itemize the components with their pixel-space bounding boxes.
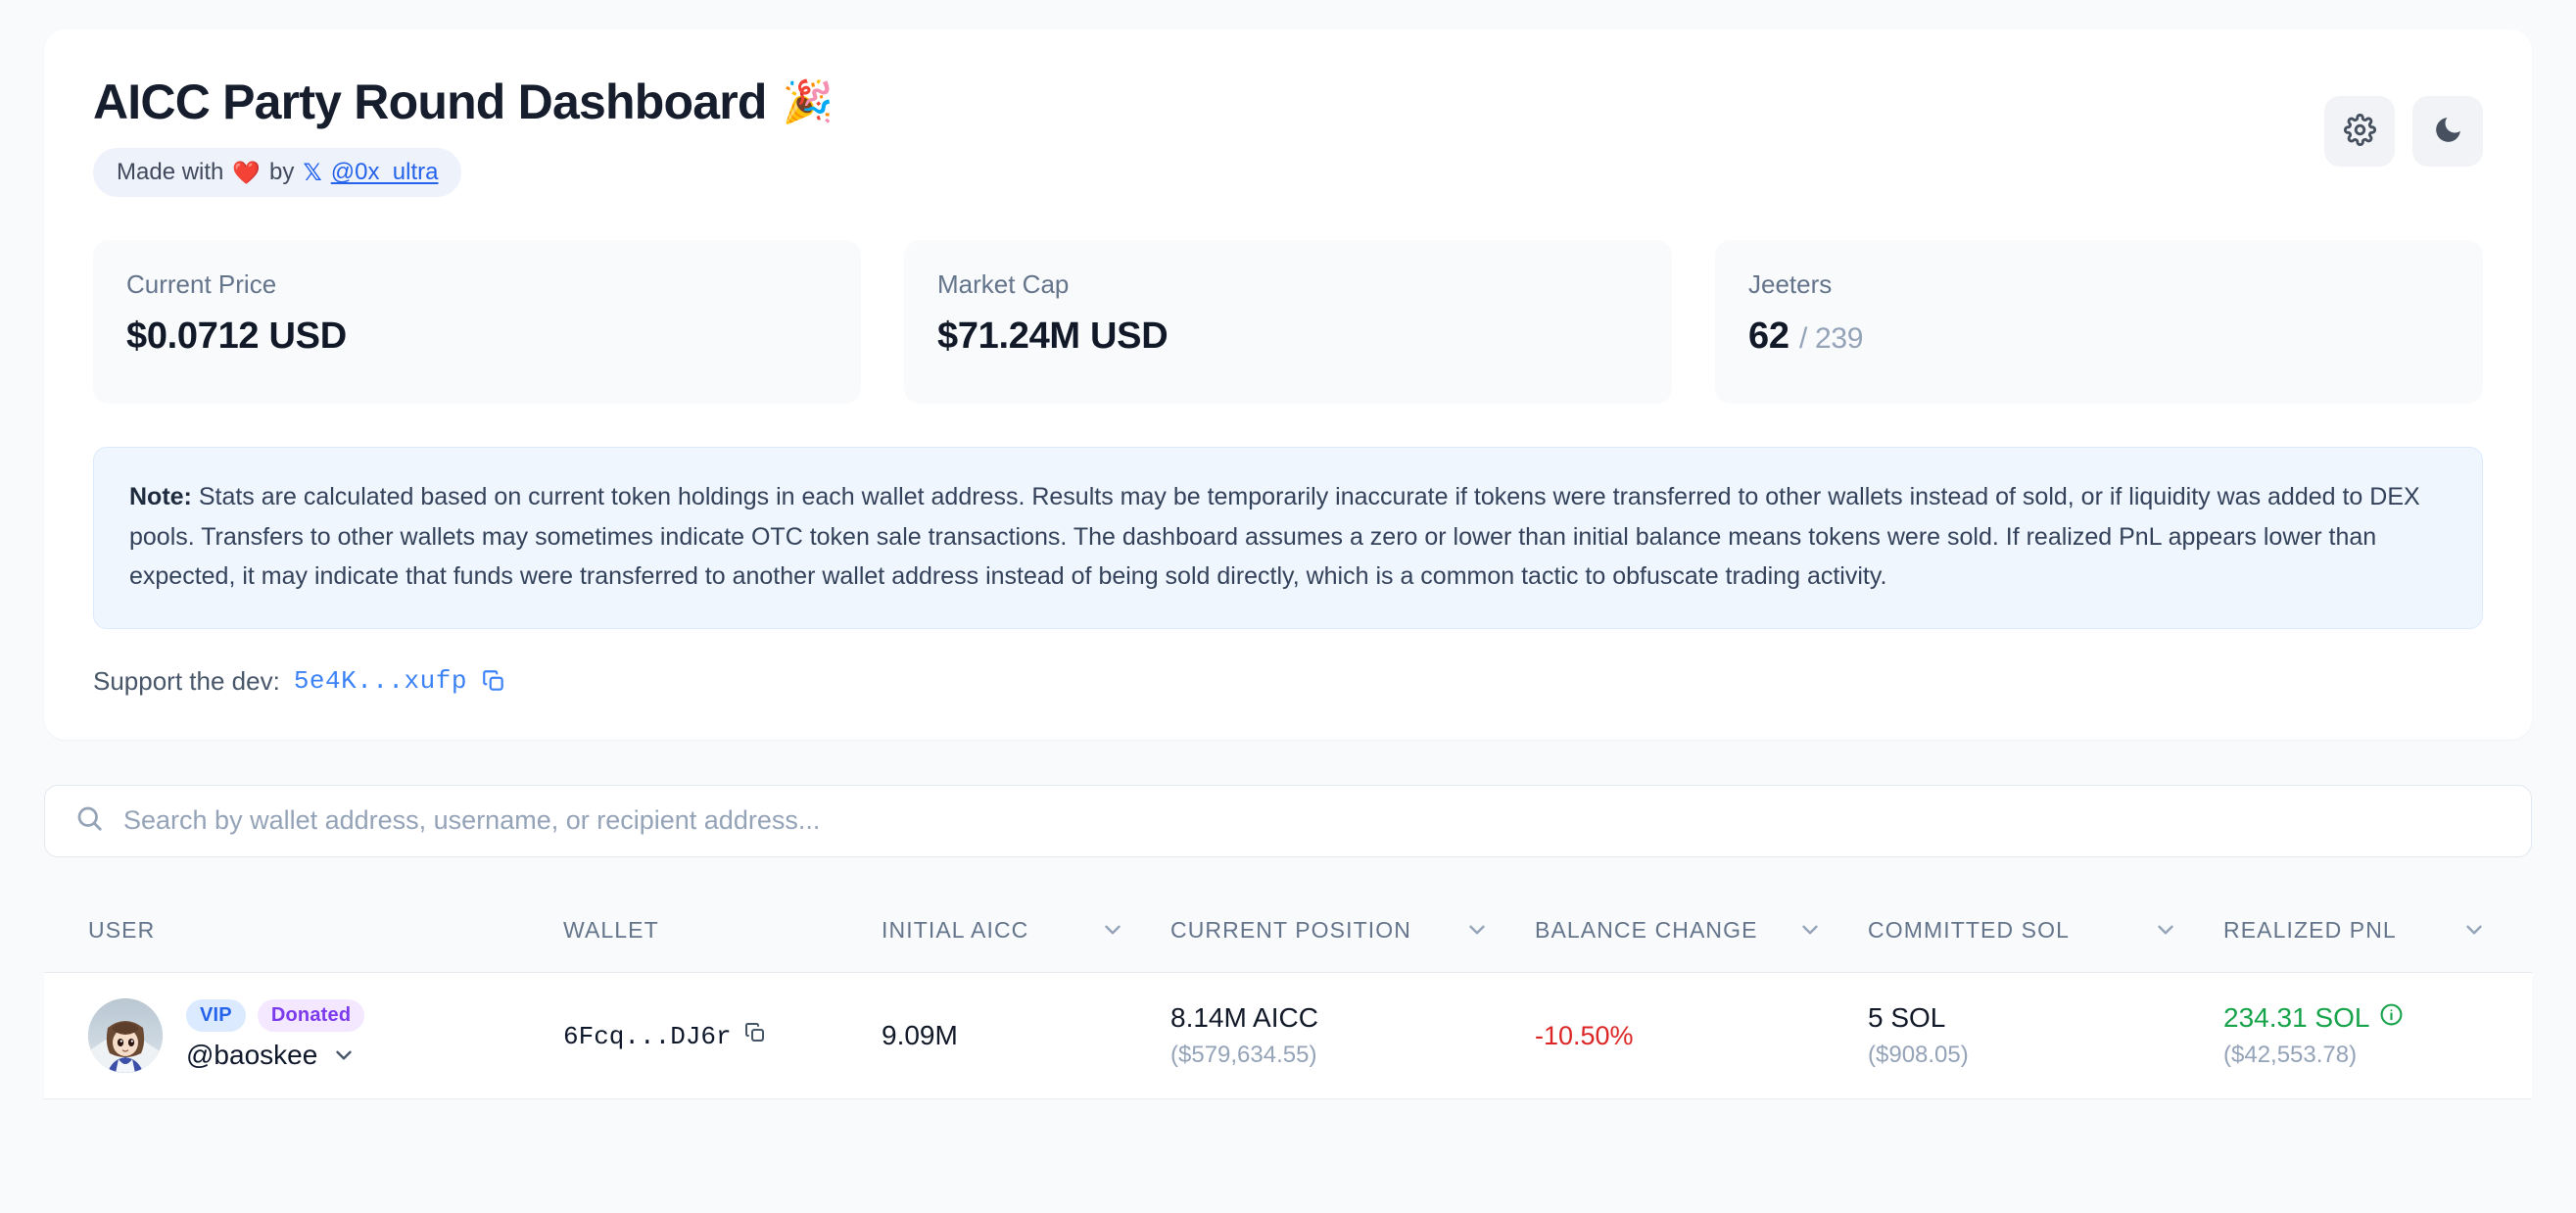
made-with-prefix: Made with [117, 159, 224, 185]
initial-aicc-value: 9.09M [882, 1019, 958, 1050]
column-header-balance-change[interactable]: BALANCE CHANGE [1535, 888, 1868, 973]
chevron-down-icon[interactable] [1464, 917, 1490, 943]
support-address[interactable]: 5e4K...xufp [294, 666, 467, 696]
stat-value: $71.24M USD [937, 315, 1639, 358]
column-header-current-position[interactable]: CURRENT POSITION [1170, 888, 1535, 973]
realized-pnl-value: 234.31 SOL [2223, 1001, 2370, 1033]
table-body: VIP Donated @baoskee 6Fcq...DJ6r 9.09M 8… [44, 972, 2532, 1099]
table-head: USER WALLET INITIAL AICC CURRENT POSITIO… [44, 888, 2532, 973]
current-position-value: 8.14M AICC [1170, 1001, 1318, 1033]
cell-balance-change: -10.50% [1535, 972, 1868, 1099]
cell-user: VIP Donated @baoskee [44, 972, 563, 1099]
support-label: Support the dev: [93, 665, 280, 696]
note-box: Note: Stats are calculated based on curr… [93, 447, 2483, 629]
chevron-down-icon[interactable] [1100, 917, 1125, 943]
stat-card-current-price: Current Price $0.0712 USD [93, 240, 861, 404]
column-label: REALIZED PNL [2223, 916, 2397, 943]
moon-icon [2432, 114, 2464, 149]
badge-vip: VIP [186, 999, 246, 1033]
column-header-wallet: WALLET [563, 888, 882, 973]
gear-icon [2343, 114, 2376, 149]
stat-value-main: $0.0712 USD [126, 315, 347, 357]
cell-realized-pnl: 234.31 SOL ($42,553.78) [2223, 972, 2532, 1099]
balance-change-value: -10.50% [1535, 1020, 1634, 1050]
column-header-user: USER [44, 888, 563, 973]
stat-value-total: / 239 [1798, 322, 1864, 355]
table-header-row: USER WALLET INITIAL AICC CURRENT POSITIO… [44, 888, 2532, 973]
user-badges: VIP Donated [186, 999, 365, 1033]
stat-value-main: $71.24M USD [937, 315, 1169, 357]
wallet-address-text: 6Fcq...DJ6r [563, 1021, 732, 1051]
stat-value: 62 / 239 [1748, 315, 2450, 358]
stat-label: Market Cap [937, 269, 1070, 299]
note-prefix: Note: [129, 483, 192, 510]
stat-label: Current Price [126, 269, 277, 299]
info-icon[interactable] [2379, 1002, 2404, 1034]
dashboard-page: AICC Party Round Dashboard 🎉 Made with ❤… [0, 0, 2576, 1213]
title-block: AICC Party Round Dashboard 🎉 Made with ❤… [93, 74, 834, 197]
column-label: CURRENT POSITION [1170, 916, 1411, 943]
heart-icon: ❤️ [232, 159, 262, 185]
wallet-address[interactable]: 6Fcq...DJ6r [563, 1021, 767, 1052]
page-title-text: AICC Party Round Dashboard [93, 74, 767, 129]
stat-value: $0.0712 USD [126, 315, 828, 358]
note-text: Note: Stats are calculated based on curr… [129, 477, 2447, 597]
column-header-realized-pnl[interactable]: REALIZED PNL [2223, 888, 2532, 973]
column-label: WALLET [563, 916, 659, 943]
realized-pnl-value-wrap: 234.31 SOL [2223, 1002, 2404, 1034]
page-title: AICC Party Round Dashboard 🎉 [93, 74, 834, 129]
column-label: BALANCE CHANGE [1535, 916, 1758, 943]
theme-toggle-button[interactable] [2412, 96, 2483, 167]
party-popper-icon: 🎉 [782, 78, 834, 125]
x-logo-icon: 𝕏 [303, 159, 322, 186]
holders-table: USER WALLET INITIAL AICC CURRENT POSITIO… [44, 888, 2532, 1099]
copy-icon[interactable] [481, 668, 506, 694]
cell-wallet: 6Fcq...DJ6r [563, 972, 882, 1099]
made-by-text: by [269, 159, 295, 185]
avatar [88, 997, 163, 1073]
settings-button[interactable] [2324, 96, 2395, 167]
copy-icon[interactable] [743, 1021, 767, 1052]
column-label: USER [88, 916, 156, 943]
support-dev-row: Support the dev: 5e4K...xufp [93, 666, 2483, 697]
committed-sol-value: 5 SOL [1868, 1001, 1946, 1033]
stats-row: Current Price $0.0712 USD Market Cap $71… [93, 240, 2483, 404]
column-header-committed-sol[interactable]: COMMITTED SOL [1868, 888, 2223, 973]
badge-donated: Donated [257, 999, 365, 1033]
search-input[interactable] [123, 805, 2502, 836]
column-label: INITIAL AICC [882, 916, 1029, 943]
stat-value-main: 62 [1748, 315, 1789, 357]
note-body: Stats are calculated based on current to… [129, 483, 2420, 590]
hero-header: AICC Party Round Dashboard 🎉 Made with ❤… [93, 74, 2483, 197]
chevron-down-icon[interactable] [2153, 917, 2178, 943]
stat-label: Jeeters [1748, 269, 1833, 299]
search-bar[interactable] [44, 784, 2532, 857]
made-with-badge: Made with ❤️ by 𝕏 @0x_ultra [93, 148, 462, 197]
search-icon [74, 803, 104, 838]
holders-table-card: USER WALLET INITIAL AICC CURRENT POSITIO… [44, 888, 2532, 1099]
column-label: COMMITTED SOL [1868, 916, 2070, 943]
stat-card-jeeters: Jeeters 62 / 239 [1715, 240, 2483, 404]
column-header-initial-aicc[interactable]: INITIAL AICC [882, 888, 1170, 973]
current-position-usd: ($579,634.55) [1170, 1041, 1317, 1068]
stat-card-market-cap: Market Cap $71.24M USD [904, 240, 1672, 404]
hero-card: AICC Party Round Dashboard 🎉 Made with ❤… [44, 29, 2532, 740]
table-row[interactable]: VIP Donated @baoskee 6Fcq...DJ6r 9.09M 8… [44, 972, 2532, 1099]
chevron-down-icon[interactable] [1797, 917, 1823, 943]
chevron-down-icon[interactable] [2461, 917, 2487, 943]
cell-initial-aicc: 9.09M [882, 972, 1170, 1099]
committed-sol-usd: ($908.05) [1868, 1041, 1969, 1068]
username[interactable]: @baoskee [186, 1040, 317, 1071]
header-actions [2324, 96, 2483, 167]
chevron-down-icon[interactable] [331, 1043, 357, 1068]
author-handle-link[interactable]: @0x_ultra [331, 159, 439, 186]
cell-current-position: 8.14M AICC ($579,634.55) [1170, 972, 1535, 1099]
realized-pnl-usd: ($42,553.78) [2223, 1041, 2358, 1068]
cell-committed-sol: 5 SOL ($908.05) [1868, 972, 2223, 1099]
